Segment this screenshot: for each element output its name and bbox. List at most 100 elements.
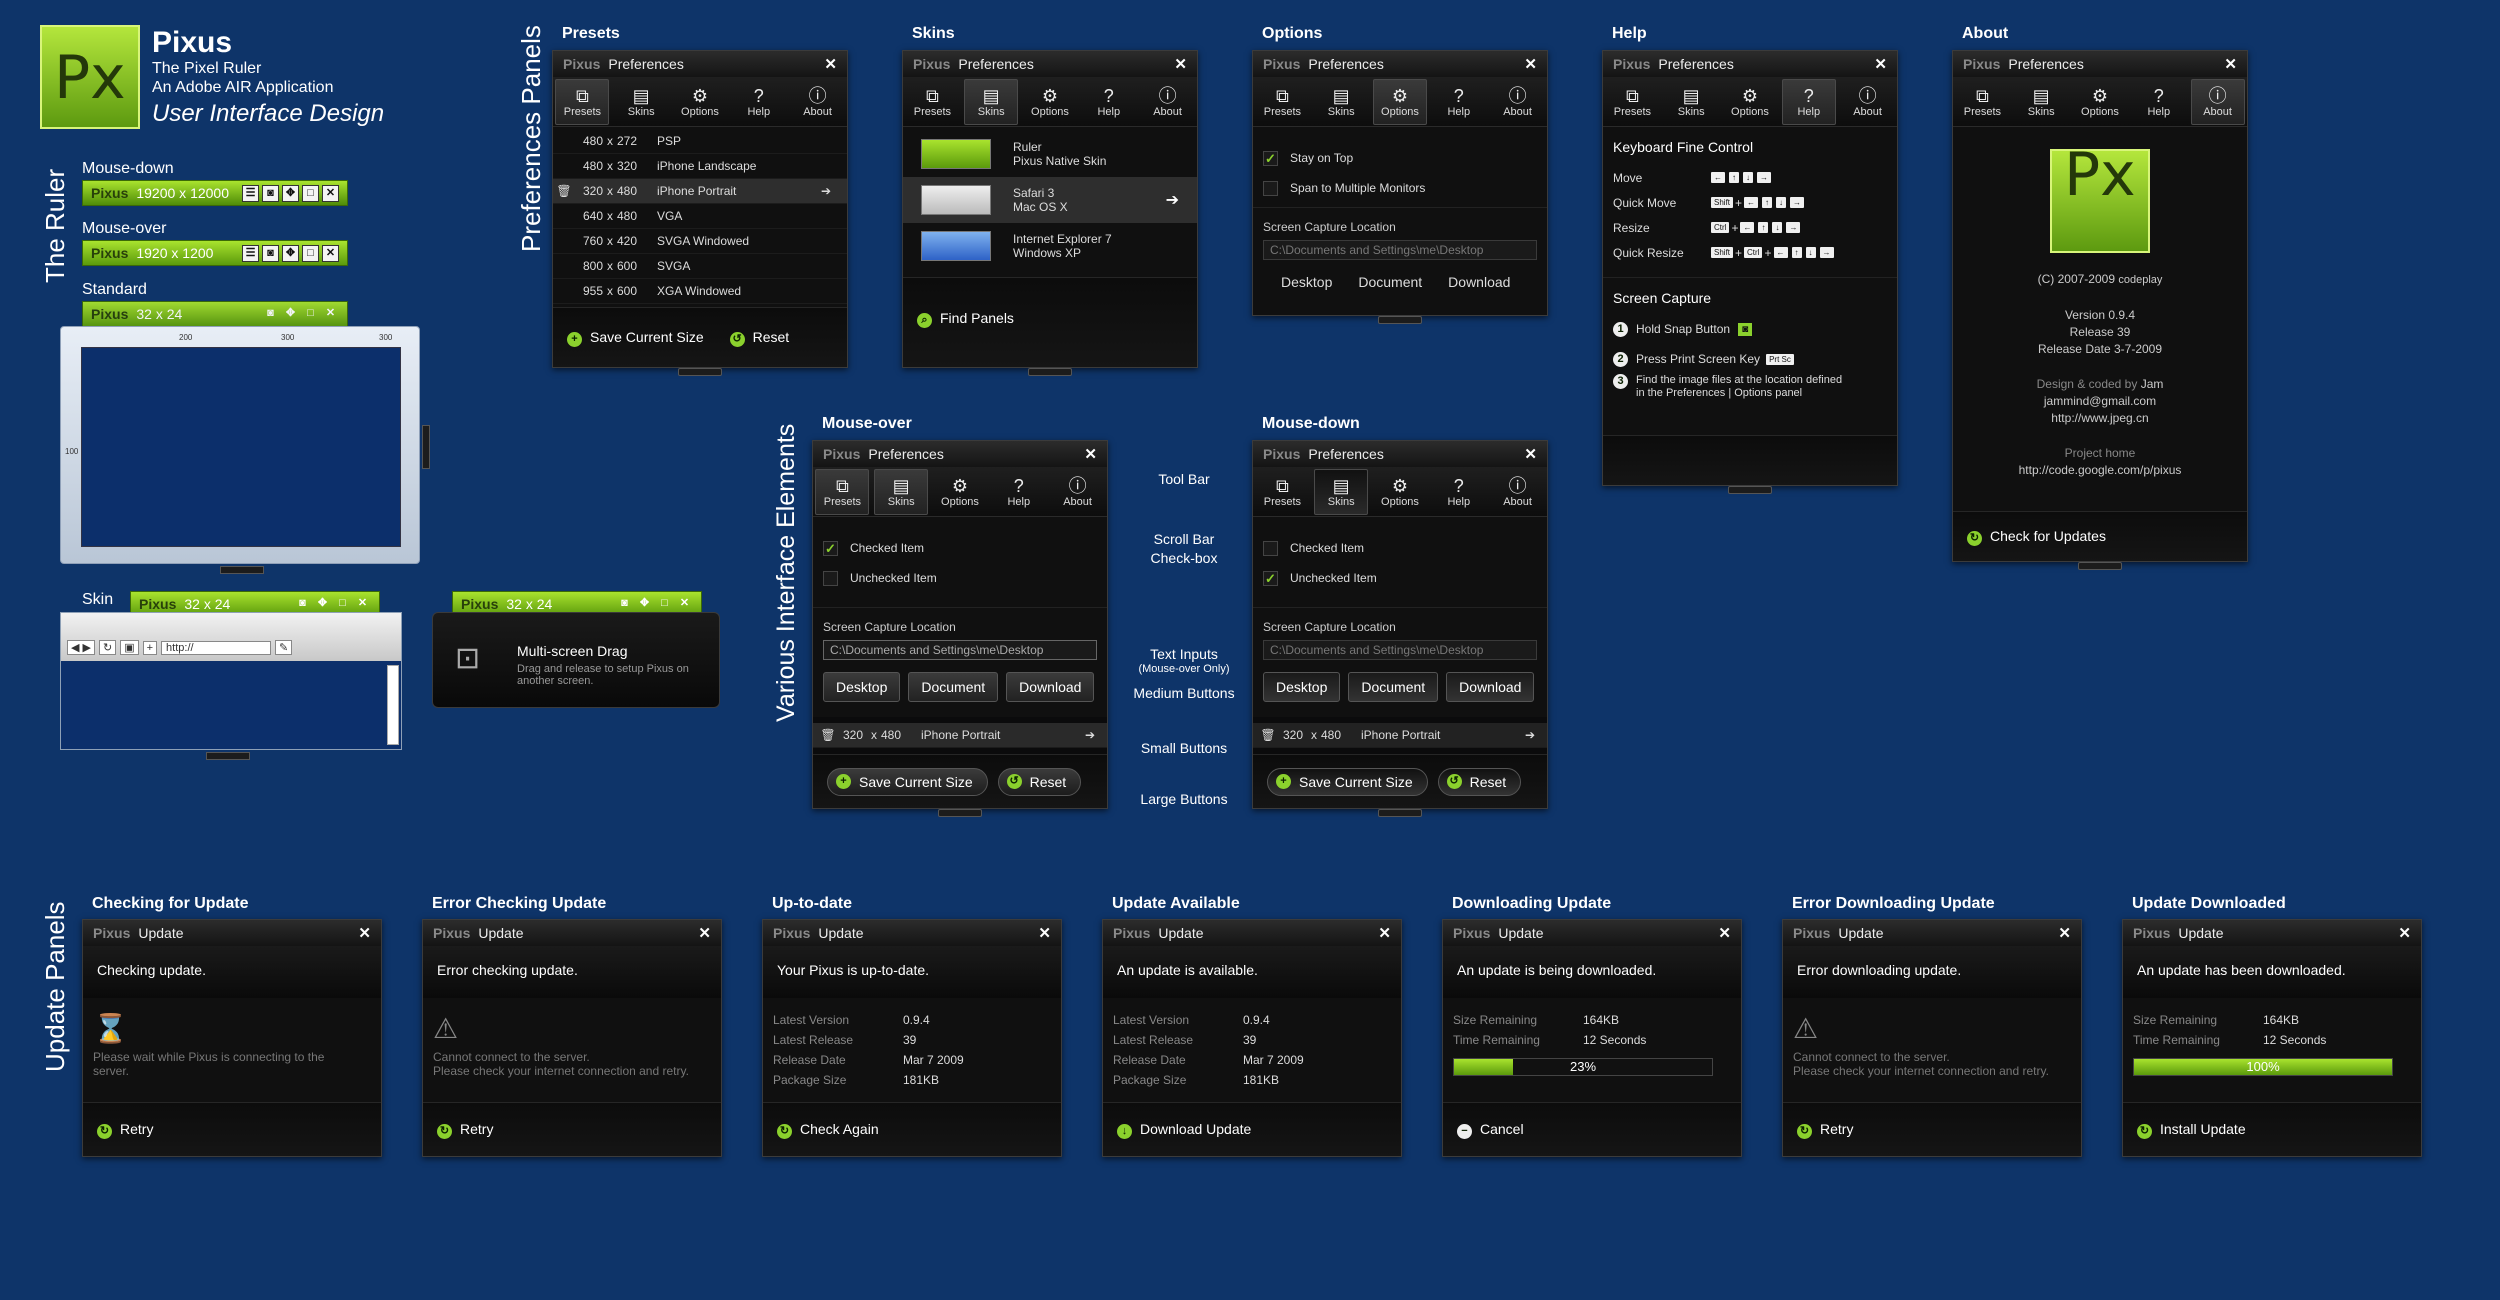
close-icon[interactable]: ✕ [354,596,371,613]
tab-about[interactable]: ⓘ About [1841,79,1895,125]
download-update-button[interactable]: ↓ Download Update [1117,1121,1251,1139]
close-icon[interactable]: ✕ [2398,924,2411,942]
ruler-bar-standard[interactable]: Pixus 32 x 24 ◙ ✥ □ ✕ [82,301,348,327]
location-field[interactable]: C:\Documents and Settings\me\Desktop [823,640,1097,660]
tab-presets[interactable]: ⧉ Presets [555,78,610,125]
panel-titlebar[interactable]: Pixus Update ✕ [1783,920,2081,946]
presets-icon[interactable]: ☰ [242,184,259,202]
close-icon[interactable]: ✕ [2224,55,2237,73]
tab-skins[interactable]: ▤ Skins [2014,79,2068,125]
panel-titlebar[interactable]: Pixus Update ✕ [1103,920,1401,946]
close-icon[interactable]: ✕ [824,55,837,73]
preset-row-small[interactable]: 🗑 320 x 480 iPhone Portrait ➔ [813,723,1107,748]
email-link[interactable]: jammind@gmail.com [1953,393,2247,410]
tab-presets[interactable]: ⧉ Presets [905,79,959,125]
arrow-right-icon[interactable]: ➔ [1525,728,1535,742]
tab-skins[interactable]: ▤ Skins [874,468,929,515]
preset-row-small[interactable]: 🗑 320 x 480 iPhone Portrait ➔ [1253,723,1547,748]
tab-help[interactable]: ? Help [1432,469,1486,515]
close-icon[interactable]: ✕ [2058,924,2071,942]
back-icon[interactable]: ◀ ▶ [67,640,95,655]
close-icon[interactable]: ✕ [358,924,371,942]
tab-help[interactable]: ? Help [2132,79,2186,125]
tab-presets[interactable]: ⧉ Presets [1955,79,2009,125]
url-field[interactable]: http:// [161,641,272,655]
move-icon[interactable]: ✥ [282,184,299,202]
resize-handle[interactable] [1378,809,1422,817]
tab-options[interactable]: ⚙ Options [1373,469,1427,515]
desktop-button[interactable]: Desktop [1263,672,1341,702]
preset-row[interactable]: 760 x 420 SVGA Windowed [553,229,847,254]
tab-help[interactable]: ? Help [732,79,786,125]
resize-handle[interactable] [2078,562,2122,570]
panel-titlebar[interactable]: Pixus Preferences ✕ [903,51,1197,77]
document-button[interactable]: Document [908,672,999,702]
resize-handle[interactable] [938,809,982,817]
tab-about[interactable]: ⓘ About [1491,469,1545,515]
save-button[interactable]: + Save Current Size [1267,767,1428,796]
presets-icon[interactable]: ☰ [242,244,259,262]
retry-button[interactable]: ↻ Retry [1797,1121,1853,1139]
close-icon[interactable]: ✕ [698,924,711,942]
tab-about[interactable]: ⓘ About [791,79,845,125]
move-icon[interactable]: ✥ [314,596,331,613]
site-link[interactable]: http://www.jpeg.cn [1953,410,2247,427]
tab-help[interactable]: ? Help [1432,79,1486,125]
tab-skins[interactable]: ▤ Skins [964,78,1019,125]
tab-help[interactable]: ? Help [992,469,1046,515]
checked-checkbox[interactable] [1263,540,1278,556]
tab-about[interactable]: ⓘ About [1491,79,1545,125]
check-updates-button[interactable]: ↻ Check for Updates [1967,528,2106,546]
move-icon[interactable]: ✥ [282,306,299,323]
preset-row[interactable]: 480 x 272 PSP [553,129,847,154]
preset-row-selected[interactable]: 🗑 320 x 480 iPhone Portrait ➔ [553,179,847,204]
tab-about[interactable]: ⓘ About [2190,78,2245,125]
tab-help[interactable]: ? Help [1781,78,1836,125]
close-icon[interactable]: ✕ [1038,924,1051,942]
panel-titlebar[interactable]: Pixus Update ✕ [2123,920,2421,946]
camera-icon[interactable]: ◙ [616,596,633,613]
camera-icon[interactable]: ◙ [294,596,311,613]
browser-scrollbar[interactable] [387,665,399,745]
desktop-button[interactable]: Desktop [823,672,901,702]
tab-options[interactable]: ⚙ Options [1023,79,1077,125]
reset-button[interactable]: ↺ Reset [997,767,1082,796]
skin-item[interactable]: Internet Explorer 7 Windows XP [903,223,1197,269]
ruler-bar-mouseover[interactable]: Pixus 1920 x 1200 ☰ ◙ ✥ □ ✕ [82,240,348,266]
panel-titlebar[interactable]: Pixus Preferences ✕ [1253,51,1547,77]
arrow-right-icon[interactable]: ➔ [1166,190,1179,210]
browser-skin[interactable]: ◀ ▶ ↻ ▣ + http:// ✎ [60,612,402,750]
document-button[interactable]: Document [1358,274,1422,290]
close-icon[interactable]: ✕ [1524,445,1537,463]
install-update-button[interactable]: ↻ Install Update [2137,1121,2246,1139]
location-field[interactable]: C:\Documents and Settings\me\Desktop [1263,640,1537,660]
maximize-icon[interactable]: □ [302,184,319,202]
download-button[interactable]: Download [1446,672,1535,702]
maximize-icon[interactable]: □ [302,244,319,262]
ruler-resize-handle[interactable] [220,566,264,574]
camera-icon[interactable]: ◙ [262,184,279,202]
tab-skins[interactable]: ▤ Skins [1664,79,1718,125]
panel-titlebar[interactable]: Pixus Preferences ✕ [813,441,1107,467]
close-icon[interactable]: ✕ [676,596,693,613]
panel-titlebar[interactable]: Pixus Preferences ✕ [553,51,847,77]
stay-checkbox[interactable]: ✓ [1263,150,1278,166]
location-field[interactable]: C:\Documents and Settings\me\Desktop [1263,240,1537,260]
reset-button[interactable]: ↺ Reset [729,329,789,347]
camera-icon[interactable]: ◙ [262,306,279,323]
tab-options[interactable]: ⚙ Options [1372,78,1427,125]
download-button[interactable]: Download [1006,672,1095,702]
tab-skins[interactable]: ▤ Skins [614,79,668,125]
move-icon[interactable]: ✥ [282,244,299,262]
resize-handle[interactable] [678,368,722,376]
panel-titlebar[interactable]: Pixus Update ✕ [83,920,381,946]
ruler-frame[interactable]: 200 300 300 100 [60,326,420,564]
close-icon[interactable]: ✕ [1378,924,1391,942]
close-icon[interactable]: ✕ [1084,445,1097,463]
tab-about[interactable]: ⓘ About [1051,469,1105,515]
span-checkbox[interactable] [1263,180,1278,196]
close-icon[interactable]: ✕ [1874,55,1887,73]
add-icon[interactable]: + [142,641,158,655]
reload-icon[interactable]: ↻ [98,640,117,655]
image-icon[interactable]: ▣ [120,640,139,655]
